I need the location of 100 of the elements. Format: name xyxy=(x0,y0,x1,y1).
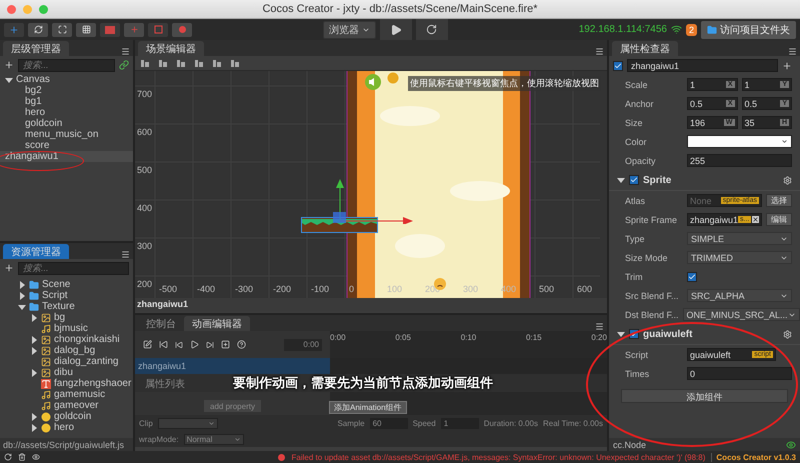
tree-item[interactable]: goldcoin xyxy=(0,118,133,129)
add-keyframe-icon[interactable] xyxy=(221,340,230,349)
panel-tab[interactable]: 资源管理器 xyxy=(3,244,69,259)
tree-item[interactable]: hero xyxy=(0,107,133,118)
align-tool-icon[interactable] xyxy=(212,58,222,68)
collapse-arrow-icon[interactable] xyxy=(617,176,625,184)
checkbox[interactable] xyxy=(629,175,639,185)
asset-item[interactable]: dialog_zanting xyxy=(0,356,133,367)
checkbox[interactable] xyxy=(613,60,623,70)
align-tool-icon[interactable] xyxy=(176,58,186,68)
add-icon[interactable] xyxy=(4,60,14,70)
gizmo-button[interactable] xyxy=(172,22,192,36)
speed-field[interactable]: 1 xyxy=(440,418,479,428)
asset-item[interactable]: goldcoin xyxy=(0,411,133,422)
tree-item[interactable]: Canvas xyxy=(0,74,133,85)
clip-dropdown[interactable] xyxy=(158,418,218,428)
tree-item[interactable]: zhangaiwu1 xyxy=(0,151,133,162)
asset-item[interactable]: hero xyxy=(0,422,133,433)
expand-arrow-icon[interactable] xyxy=(18,280,26,288)
rect-tool-button[interactable] xyxy=(76,22,96,36)
help-icon[interactable] xyxy=(237,340,246,349)
move-tool-button[interactable] xyxy=(4,22,24,36)
settings-icon[interactable] xyxy=(783,176,792,184)
anim-node-row[interactable]: zhangaiwu1 xyxy=(135,358,330,374)
play-icon[interactable] xyxy=(190,340,199,349)
search-field[interactable]: 搜索... xyxy=(18,262,129,274)
asset-button[interactable]: 选择 xyxy=(766,194,792,207)
refresh-icon[interactable] xyxy=(4,453,12,461)
rotate-tool-button[interactable] xyxy=(28,22,48,36)
asset-item[interactable]: bg xyxy=(0,312,133,323)
eye-icon[interactable] xyxy=(786,440,796,450)
panel-tab[interactable]: 层级管理器 xyxy=(3,41,69,56)
dropdown[interactable]: SIMPLE xyxy=(687,232,792,245)
expand-arrow-icon[interactable] xyxy=(30,346,38,354)
trash-icon[interactable] xyxy=(18,453,26,461)
step-forward-icon[interactable] xyxy=(206,340,214,348)
clear-icon[interactable] xyxy=(752,216,760,223)
asset-button[interactable]: 编辑 xyxy=(766,213,792,226)
step-back-icon[interactable] xyxy=(175,340,183,348)
panel-tab[interactable]: 场景编辑器 xyxy=(138,41,204,56)
expand-arrow-icon[interactable] xyxy=(18,292,26,300)
checkbox[interactable] xyxy=(687,272,697,282)
time-field[interactable]: 0:00 xyxy=(284,338,322,350)
align-tool-icon[interactable] xyxy=(158,58,168,68)
align-tool-icon[interactable] xyxy=(194,58,204,68)
collapse-arrow-icon[interactable] xyxy=(617,330,625,338)
asset-item[interactable]: dibu xyxy=(0,367,133,378)
expand-arrow-icon[interactable] xyxy=(30,336,38,344)
asset-item[interactable]: Script xyxy=(0,290,133,301)
asset-item[interactable]: dalog_bg xyxy=(0,345,133,356)
eye-icon[interactable] xyxy=(32,453,40,461)
open-folder-button[interactable]: 访问项目文件夹 xyxy=(701,20,796,38)
snap-button[interactable] xyxy=(148,22,168,36)
asset-item[interactable]: Scene xyxy=(0,279,133,290)
refresh-button[interactable] xyxy=(416,19,448,40)
play-button[interactable] xyxy=(380,19,412,40)
scale-tool-button[interactable] xyxy=(52,22,72,36)
asset-item[interactable]: fangzhengshaoer xyxy=(0,378,133,389)
align-tool-icon[interactable] xyxy=(230,58,240,68)
asset-item[interactable]: gameover xyxy=(0,400,133,411)
preview-dropdown[interactable]: 浏览器 xyxy=(322,20,376,38)
add-animation-button[interactable]: 添加Animation组件 xyxy=(329,401,407,414)
expand-arrow-icon[interactable] xyxy=(30,412,38,420)
edit-icon[interactable] xyxy=(143,340,152,349)
menu-icon[interactable] xyxy=(121,250,130,259)
sample-field[interactable]: 60 xyxy=(370,418,408,428)
dropdown[interactable]: SRC_ALPHA xyxy=(687,289,792,302)
asset-item[interactable]: bjmusic xyxy=(0,323,133,334)
add-component-button[interactable]: 添加组件 xyxy=(621,389,788,403)
asset-item[interactable]: chongxinkaishi xyxy=(0,334,133,345)
panel-tab[interactable]: 动画编辑器 xyxy=(184,316,250,331)
tree-item[interactable]: menu_music_on xyxy=(0,129,133,140)
dropdown[interactable]: TRIMMED xyxy=(687,251,792,264)
number-field[interactable]: 255 xyxy=(687,154,792,167)
expand-arrow-icon[interactable] xyxy=(30,424,38,432)
menu-icon[interactable] xyxy=(121,47,130,56)
node-name-field[interactable]: zhangaiwu1 xyxy=(627,59,778,72)
expand-arrow-icon[interactable] xyxy=(30,314,38,322)
expand-arrow-icon[interactable] xyxy=(30,368,38,376)
align-tool-icon[interactable] xyxy=(140,58,150,68)
menu-icon[interactable] xyxy=(595,322,604,331)
search-field[interactable]: 搜索... xyxy=(18,58,115,72)
settings-icon[interactable] xyxy=(783,330,792,338)
skip-back-icon[interactable] xyxy=(159,340,168,349)
asset-item[interactable]: gamemusic xyxy=(0,389,133,400)
pivot-button[interactable] xyxy=(124,22,144,36)
tree-item[interactable]: bg1 xyxy=(0,96,133,107)
number-field[interactable]: 0 xyxy=(687,367,792,380)
color-field[interactable] xyxy=(687,135,792,148)
menu-icon[interactable] xyxy=(595,47,604,56)
add-icon[interactable] xyxy=(782,60,792,70)
asset-item[interactable]: Texture xyxy=(0,301,133,312)
collapse-arrow-icon[interactable] xyxy=(18,302,26,310)
tree-item[interactable]: score xyxy=(0,140,133,151)
tree-item[interactable]: bg2 xyxy=(0,85,133,96)
collapse-arrow-icon[interactable] xyxy=(5,76,13,84)
link-icon[interactable] xyxy=(119,60,129,70)
menu-icon[interactable] xyxy=(788,47,797,56)
dropdown[interactable]: ONE_MINUS_SRC_AL... xyxy=(682,308,800,321)
add-icon[interactable] xyxy=(4,263,14,273)
